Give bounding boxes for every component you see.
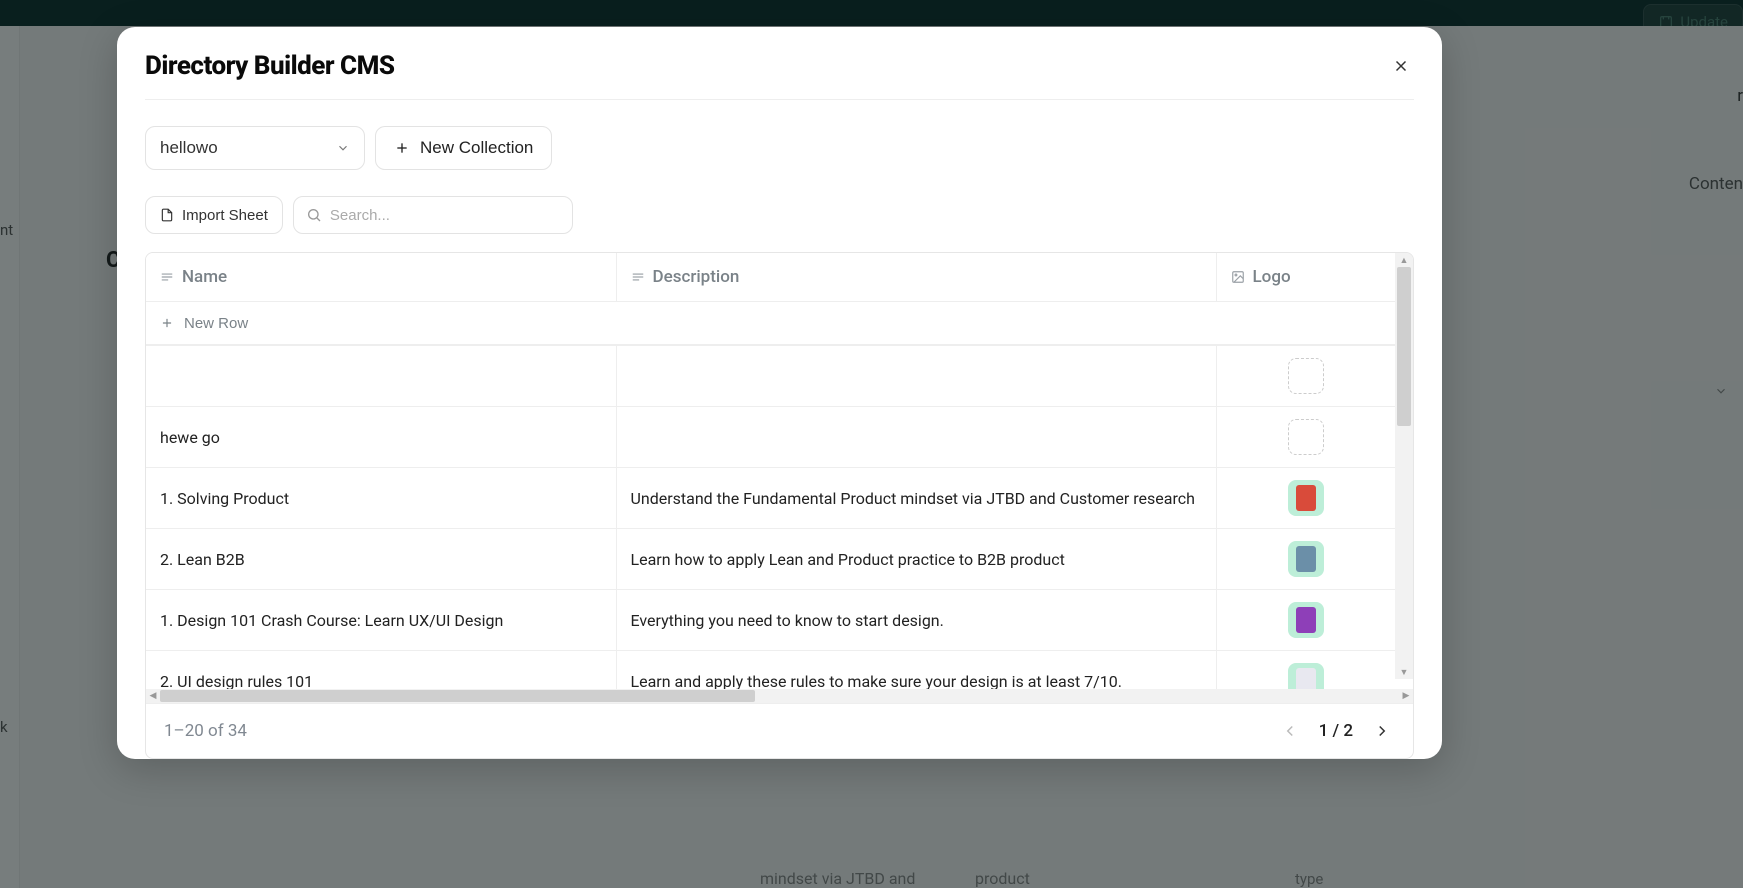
logo-image-icon [1296,607,1316,633]
cell-logo[interactable] [1216,468,1396,529]
logo-thumbnail[interactable] [1288,541,1324,577]
page-indicator: 1 / 2 [1319,721,1353,741]
logo-image-icon [1296,546,1316,572]
toolbar-primary: hellowo New Collection [145,126,1414,170]
cell-description[interactable]: Understand the Fundamental Product minds… [616,468,1216,529]
cell-description[interactable] [616,407,1216,468]
chevron-left-icon [1281,722,1299,740]
logo-placeholder[interactable] [1288,419,1324,455]
cell-name[interactable]: 2. UI design rules 101 [146,651,616,690]
cell-description[interactable]: Learn and apply these rules to make sure… [616,651,1216,690]
scroll-right-arrow-icon[interactable]: ▶ [1399,691,1413,701]
import-sheet-button[interactable]: Import Sheet [145,196,283,234]
file-icon [160,208,174,222]
data-table: Name Description [146,253,1396,689]
collection-selector[interactable]: hellowo [145,126,365,170]
logo-placeholder[interactable] [1288,358,1324,394]
pagination-range: 1–20 of 34 [164,721,247,741]
scroll-left-arrow-icon[interactable]: ◀ [146,691,160,701]
cell-name[interactable]: 2. Lean B2B [146,529,616,590]
prev-page-button[interactable] [1277,718,1303,744]
table-row[interactable]: 1. Solving ProductUnderstand the Fundame… [146,468,1396,529]
logo-thumbnail[interactable] [1288,663,1324,689]
col-header-logo-label: Logo [1253,267,1291,287]
table-row[interactable]: 2. Lean B2BLearn how to apply Lean and P… [146,529,1396,590]
table-row[interactable]: 2. UI design rules 101Learn and apply th… [146,651,1396,690]
cms-modal: Directory Builder CMS hellowo New Collec… [117,27,1442,759]
modal-title: Directory Builder CMS [145,51,395,81]
pagination-controls: 1 / 2 [1277,718,1395,744]
close-button[interactable] [1388,53,1414,79]
horizontal-scrollbar[interactable]: ◀ ▶ [146,689,1413,703]
modal-header: Directory Builder CMS [117,27,1442,99]
scroll-up-arrow-icon[interactable]: ▲ [1395,253,1413,267]
collection-selector-value: hellowo [160,138,218,158]
horizontal-scrollbar-thumb[interactable] [160,690,755,702]
new-collection-button[interactable]: New Collection [375,126,552,170]
cell-logo[interactable] [1216,346,1396,407]
cell-name[interactable]: hewe go [146,407,616,468]
horizontal-scrollbar-track[interactable] [160,689,1399,703]
logo-thumbnail[interactable] [1288,602,1324,638]
cell-description[interactable]: Learn how to apply Lean and Product prac… [616,529,1216,590]
col-header-description[interactable]: Description [616,253,1216,302]
col-header-description-label: Description [653,267,740,287]
cell-logo[interactable] [1216,590,1396,651]
table-footer: 1–20 of 34 1 / 2 [146,703,1413,758]
table-body: New Row hewe go1. Solving ProductUnderst… [146,302,1396,690]
search-field-wrap[interactable] [293,196,573,234]
next-page-button[interactable] [1369,718,1395,744]
cell-name[interactable] [146,346,616,407]
toolbar-secondary: Import Sheet [145,196,1414,234]
text-field-icon [631,270,645,284]
cell-description[interactable] [616,346,1216,407]
plus-icon [394,140,410,156]
scroll-down-arrow-icon[interactable]: ▼ [1395,665,1413,679]
vertical-scrollbar[interactable]: ▲ ▼ [1395,253,1413,679]
col-header-name-label: Name [182,267,227,287]
chevron-down-icon [336,141,350,155]
chevron-right-icon [1373,722,1391,740]
new-row-label: New Row [184,315,248,332]
image-field-icon [1231,270,1245,284]
logo-thumbnail[interactable] [1288,480,1324,516]
plus-icon [160,316,174,330]
cell-logo[interactable] [1216,529,1396,590]
search-icon [306,207,322,223]
cell-name[interactable]: 1. Solving Product [146,468,616,529]
table-row[interactable] [146,346,1396,407]
col-header-logo[interactable]: Logo [1216,253,1396,302]
table-row[interactable]: 1. Design 101 Crash Course: Learn UX/UI … [146,590,1396,651]
new-collection-label: New Collection [420,138,533,158]
modal-body: hellowo New Collection Import Sheet [117,100,1442,759]
logo-image-icon [1296,485,1316,511]
search-input[interactable] [330,207,560,224]
text-field-icon [160,270,174,284]
cell-logo[interactable] [1216,651,1396,690]
vertical-scrollbar-thumb[interactable] [1397,267,1411,426]
table-wrap: Name Description [145,252,1414,759]
cell-description[interactable]: Everything you need to know to start des… [616,590,1216,651]
logo-image-icon [1296,668,1316,689]
new-row-button[interactable]: New Row [146,303,1396,345]
close-icon [1392,57,1410,75]
import-sheet-label: Import Sheet [182,207,268,224]
table-row[interactable]: hewe go [146,407,1396,468]
col-header-name[interactable]: Name [146,253,616,302]
table-scroll: Name Description [146,253,1413,689]
cell-name[interactable]: 1. Design 101 Crash Course: Learn UX/UI … [146,590,616,651]
cell-logo[interactable] [1216,407,1396,468]
vertical-scrollbar-track[interactable] [1395,267,1413,665]
